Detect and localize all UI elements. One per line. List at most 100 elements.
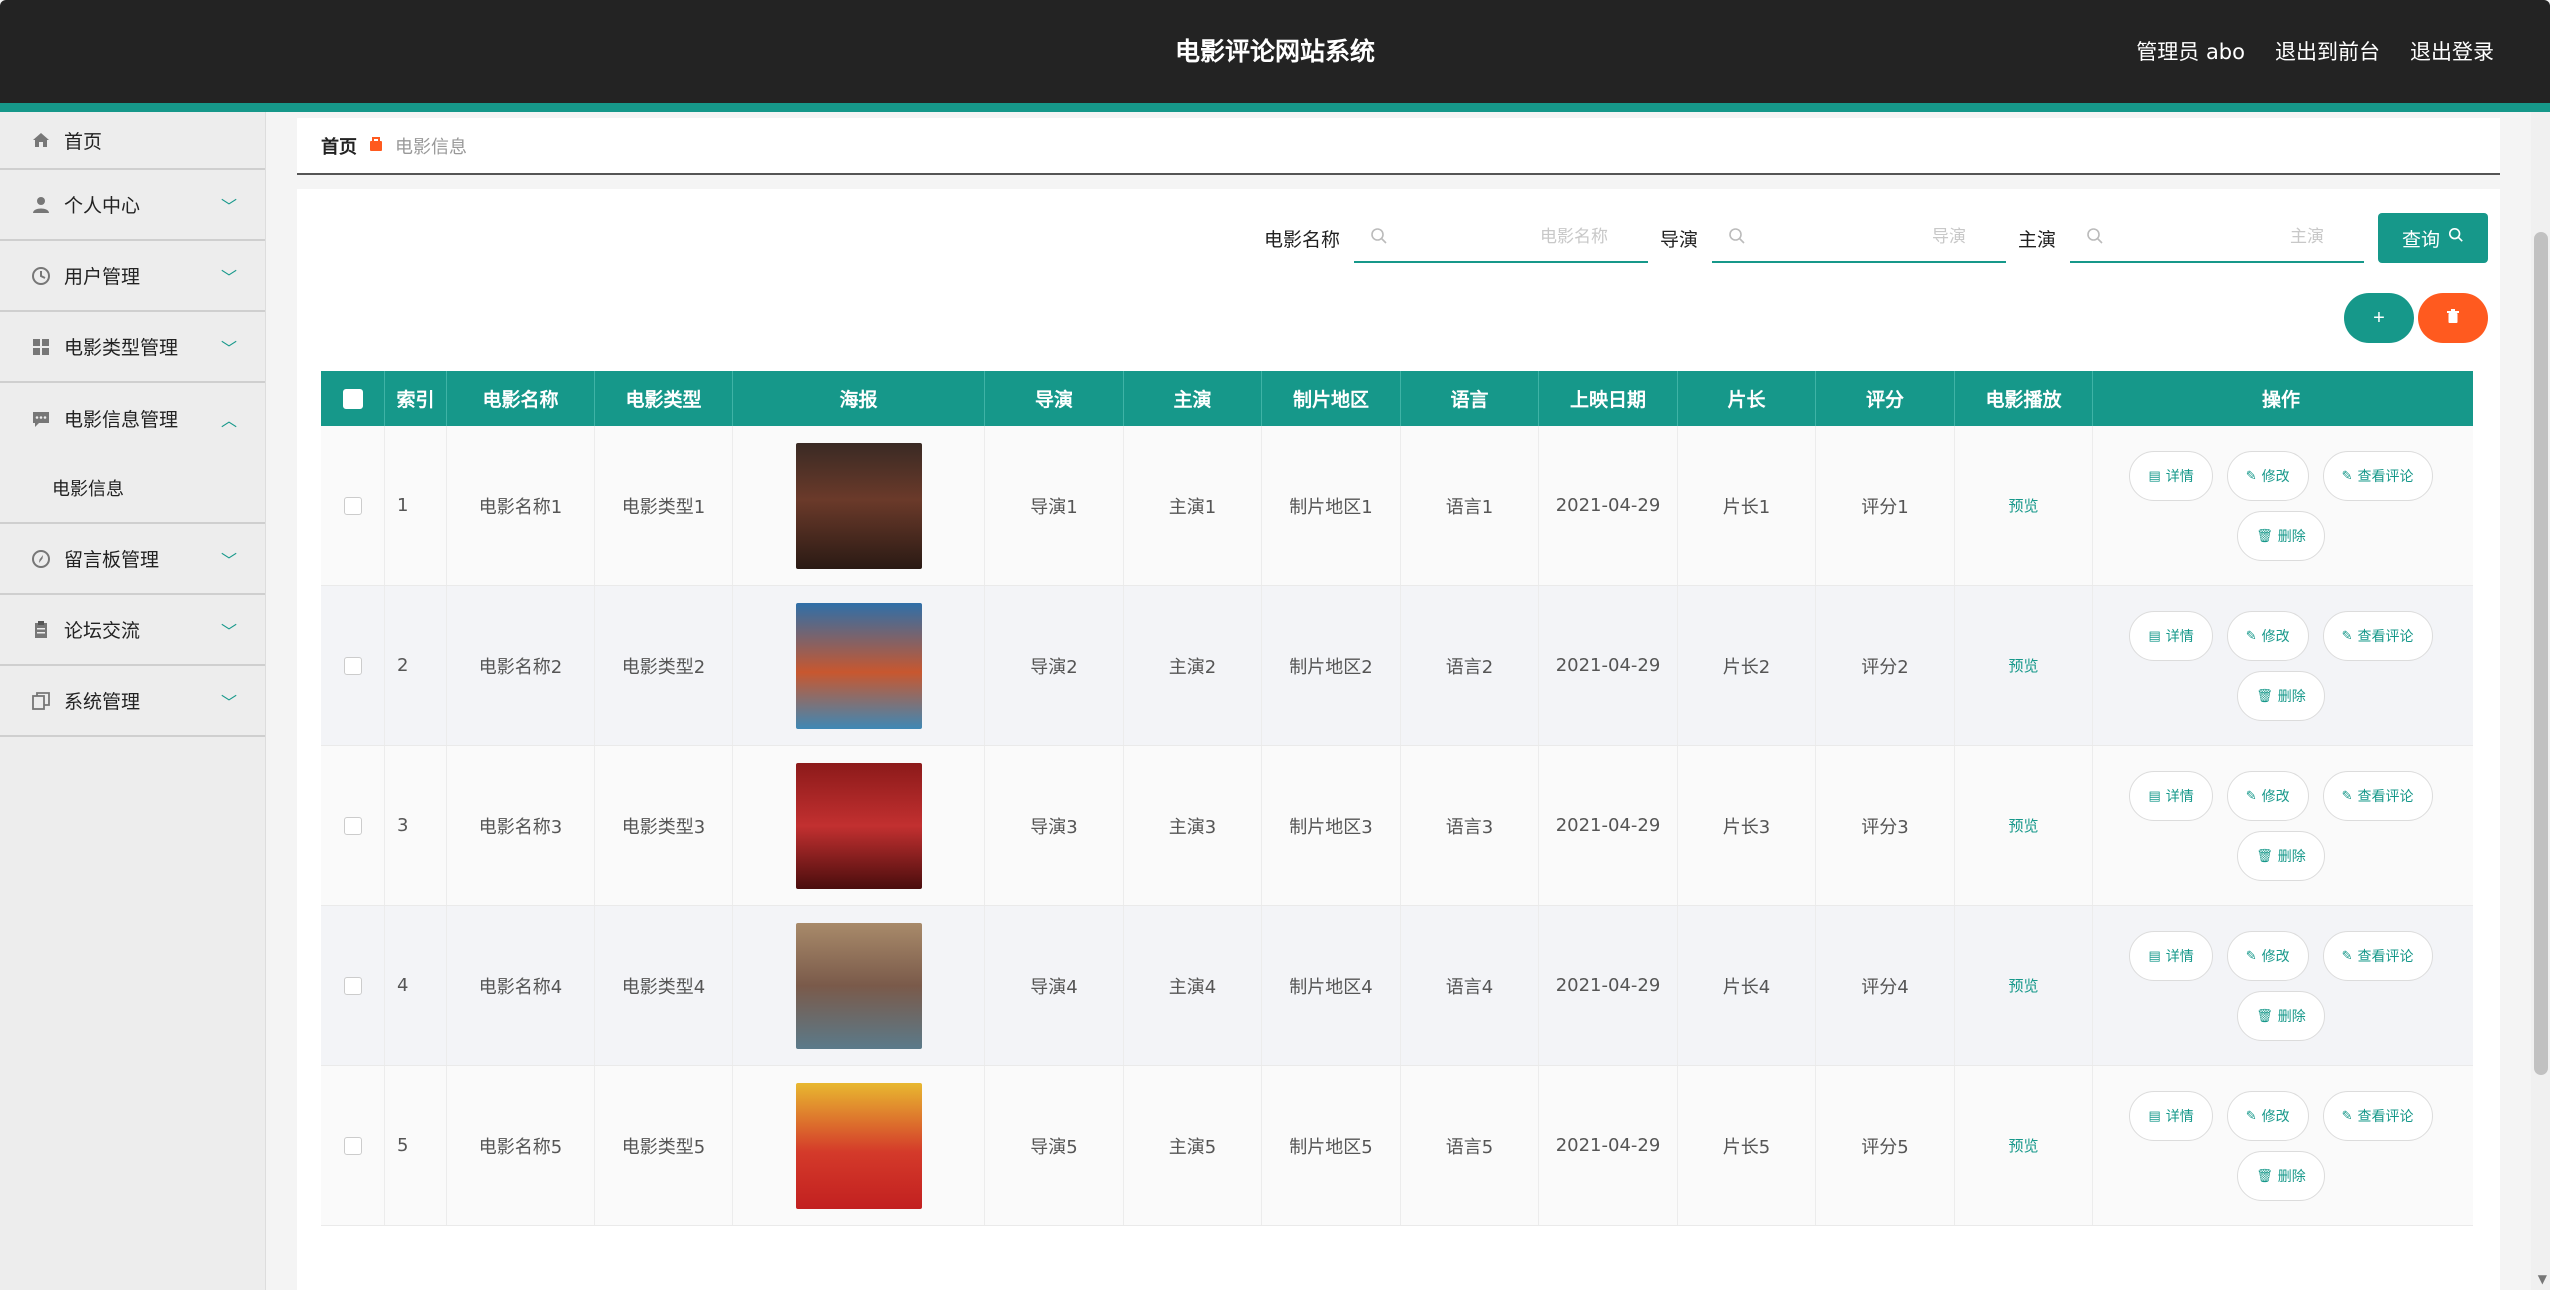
view-comments-label: 查看评论: [2357, 627, 2414, 644]
admin-label: 管理员 abo: [2136, 40, 2245, 64]
sidebar-item-system-management[interactable]: 系统管理 ﹀: [0, 666, 265, 737]
preview-link[interactable]: 预览: [2008, 1135, 2038, 1156]
col-header-name: 电影名称: [447, 371, 595, 426]
row-checkbox[interactable]: [343, 656, 362, 675]
select-all-checkbox[interactable]: [342, 388, 363, 409]
logout-link[interactable]: 退出登录: [2410, 36, 2494, 66]
detail-button[interactable]: ▤ 详情: [2129, 1090, 2213, 1141]
cell-play: 预览: [1955, 746, 2093, 905]
cell-director: 导演1: [985, 426, 1124, 585]
cell-type: 电影类型2: [595, 586, 733, 745]
col-header-region: 制片地区: [1262, 371, 1401, 426]
sidebar-item-personal-center[interactable]: 个人中心 ﹀: [0, 170, 265, 241]
delete-button[interactable]: 🗑 删除: [2237, 1150, 2325, 1201]
view-comments-button[interactable]: ✎ 查看评论: [2322, 930, 2433, 981]
preview-link[interactable]: 预览: [2008, 815, 2038, 836]
cell-region: 制片地区2: [1262, 586, 1401, 745]
row-checkbox[interactable]: [343, 1136, 362, 1155]
sidebar-item-user-management[interactable]: 用户管理 ﹀: [0, 241, 265, 312]
sidebar-item-label: 论坛交流: [64, 620, 141, 642]
cell-director: 导演3: [985, 746, 1124, 905]
scroll-down-arrow-icon[interactable]: ▼: [2538, 1272, 2547, 1286]
delete-button[interactable]: 🗑 删除: [2237, 830, 2325, 881]
preview-link[interactable]: 预览: [2008, 655, 2038, 676]
poster-image: [795, 1082, 922, 1209]
header-select-all[interactable]: [321, 371, 385, 426]
actor-input[interactable]: [2070, 213, 2364, 261]
preview-link[interactable]: 预览: [2008, 975, 2038, 996]
cell-name: 电影名称5: [447, 1066, 595, 1225]
document-icon: ▤: [2148, 627, 2161, 643]
detail-label: 详情: [2165, 627, 2194, 644]
sidebar-item-forum[interactable]: 论坛交流 ﹀: [0, 595, 265, 666]
sidebar-item-message-board[interactable]: 留言板管理 ﹀: [0, 524, 265, 595]
detail-button[interactable]: ▤ 详情: [2129, 770, 2213, 821]
edit-button[interactable]: ✎ 修改: [2226, 450, 2309, 501]
cell-index: 4: [385, 906, 447, 1065]
cell-actor: 主演5: [1124, 1066, 1262, 1225]
cell-length: 片长2: [1678, 586, 1816, 745]
view-comments-button[interactable]: ✎ 查看评论: [2322, 450, 2433, 501]
col-header-language: 语言: [1401, 371, 1539, 426]
movie-name-label: 电影名称: [1263, 228, 1340, 251]
row-checkbox[interactable]: [343, 496, 362, 515]
detail-label: 详情: [2165, 787, 2194, 804]
cell-date: 2021-04-29: [1539, 586, 1678, 745]
detail-label: 详情: [2165, 947, 2194, 964]
edit-button[interactable]: ✎ 修改: [2226, 1090, 2309, 1141]
breadcrumb: 首页 电影信息: [297, 118, 2500, 175]
row-checkbox[interactable]: [343, 976, 362, 995]
movie-table: 索引 电影名称 电影类型 海报 导演 主演 制片地区 语言 上映日期 片长 评分…: [321, 371, 2473, 1226]
sidebar-subitem-movie-info[interactable]: 电影信息: [0, 454, 265, 524]
view-comments-button[interactable]: ✎ 查看评论: [2322, 610, 2433, 661]
col-header-date: 上映日期: [1539, 371, 1678, 426]
query-button[interactable]: 查询: [2378, 213, 2488, 263]
cell-type: 电影类型1: [595, 426, 733, 585]
row-select-cell: [321, 746, 385, 905]
edit-button[interactable]: ✎ 修改: [2226, 610, 2309, 661]
delete-button[interactable]: 🗑 删除: [2237, 670, 2325, 721]
sidebar-item-movie-info-management[interactable]: 电影信息管理 ︿: [0, 383, 265, 454]
back-to-front-link[interactable]: 退出到前台: [2275, 36, 2380, 66]
breadcrumb-current: 电影信息: [395, 136, 467, 158]
cell-play: 预览: [1955, 586, 2093, 745]
cell-date: 2021-04-29: [1539, 906, 1678, 1065]
cell-score: 评分4: [1816, 906, 1955, 1065]
scrollbar-thumb[interactable]: [2534, 232, 2548, 1075]
view-comments-button[interactable]: ✎ 查看评论: [2322, 1090, 2433, 1141]
cell-score: 评分1: [1816, 426, 1955, 585]
cell-date: 2021-04-29: [1539, 1066, 1678, 1225]
poster-image: [795, 602, 922, 729]
table-row: 1 电影名称1 电影类型1 导演1 主演1 制片地区1 语言1 2021-04-29 片长1 评分…: [321, 426, 2473, 586]
batch-delete-button[interactable]: [2418, 293, 2488, 343]
detail-button[interactable]: ▤ 详情: [2129, 930, 2213, 981]
movie-name-input[interactable]: [1353, 213, 1648, 261]
detail-button[interactable]: ▤ 详情: [2129, 610, 2213, 661]
director-input[interactable]: [1711, 213, 2006, 261]
row-checkbox[interactable]: [343, 816, 362, 835]
delete-button[interactable]: 🗑 删除: [2237, 990, 2325, 1041]
preview-link[interactable]: 预览: [2008, 495, 2038, 516]
clock-icon: [30, 265, 52, 287]
detail-button[interactable]: ▤ 详情: [2129, 450, 2213, 501]
edit-icon: ✎: [2245, 627, 2257, 643]
header-accent-bar: [0, 103, 2550, 112]
cell-ops: ▤ 详情 ✎ 修改 ✎ 查看评论 🗑 删除: [2093, 746, 2469, 905]
add-button[interactable]: +: [2344, 293, 2414, 343]
cell-index: 1: [385, 426, 447, 585]
delete-label: 删除: [2277, 687, 2306, 704]
sidebar-item-movie-type-management[interactable]: 电影类型管理 ﹀: [0, 312, 265, 383]
breadcrumb-home[interactable]: 首页: [321, 133, 357, 159]
edit-button[interactable]: ✎ 修改: [2226, 930, 2309, 981]
view-comments-label: 查看评论: [2357, 467, 2414, 484]
delete-button[interactable]: 🗑 删除: [2237, 510, 2325, 561]
edit-button[interactable]: ✎ 修改: [2226, 770, 2309, 821]
cell-poster: [733, 426, 985, 585]
view-comments-button[interactable]: ✎ 查看评论: [2322, 770, 2433, 821]
col-header-index: 索引: [385, 371, 447, 426]
cell-length: 片长3: [1678, 746, 1816, 905]
cell-language: 语言3: [1401, 746, 1539, 905]
page-scrollbar[interactable]: ▼: [2531, 112, 2550, 1290]
sidebar-item-home[interactable]: 首页: [0, 112, 265, 170]
col-header-actor: 主演: [1124, 371, 1262, 426]
